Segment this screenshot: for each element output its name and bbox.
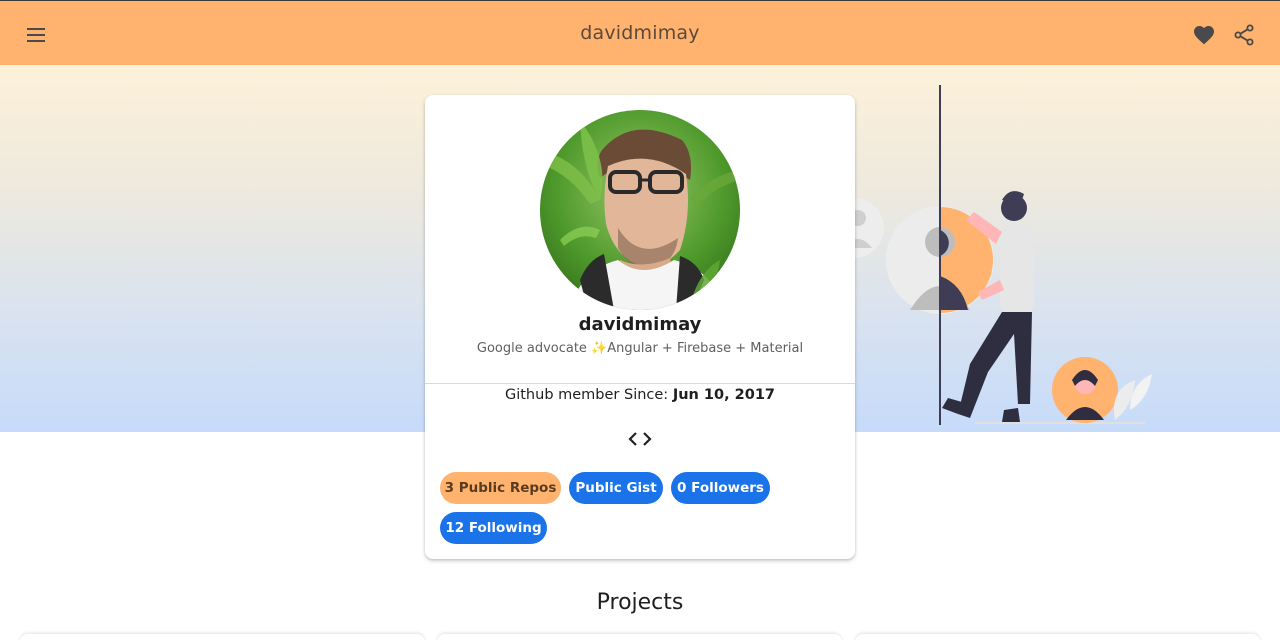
followers-chip[interactable]: 0 Followers [671,472,770,504]
profile-username: davidmimay [578,314,702,335]
project-card[interactable] [437,634,842,640]
profile-card: davidmimay Google advocate ✨Angular + Fi… [425,95,855,559]
heart-icon[interactable] [1192,23,1216,47]
member-since-label: Github member Since: [504,387,673,403]
app-title: davidmimay [580,22,700,44]
card-divider [425,383,855,384]
public-repos-chip[interactable]: 3 Public Repos [440,472,561,504]
avatar [540,110,740,310]
top-toolbar: davidmimay [0,0,1280,65]
member-since-date: Jun 10, 2017 [672,387,775,403]
share-icon[interactable] [1232,23,1256,47]
code-icon[interactable] [628,430,652,448]
people-illustration [824,80,1170,430]
project-card[interactable] [20,634,425,640]
member-since: Github member Since: Jun 10, 2017 [425,387,855,403]
public-gist-chip[interactable]: Public Gist [569,472,663,504]
menu-icon[interactable] [24,23,48,47]
projects-heading: Projects [596,590,684,615]
profile-bio: Google advocate ✨Angular + Firebase + Ma… [476,341,804,356]
project-card[interactable] [855,634,1260,640]
following-chip[interactable]: 12 Following [440,512,547,544]
